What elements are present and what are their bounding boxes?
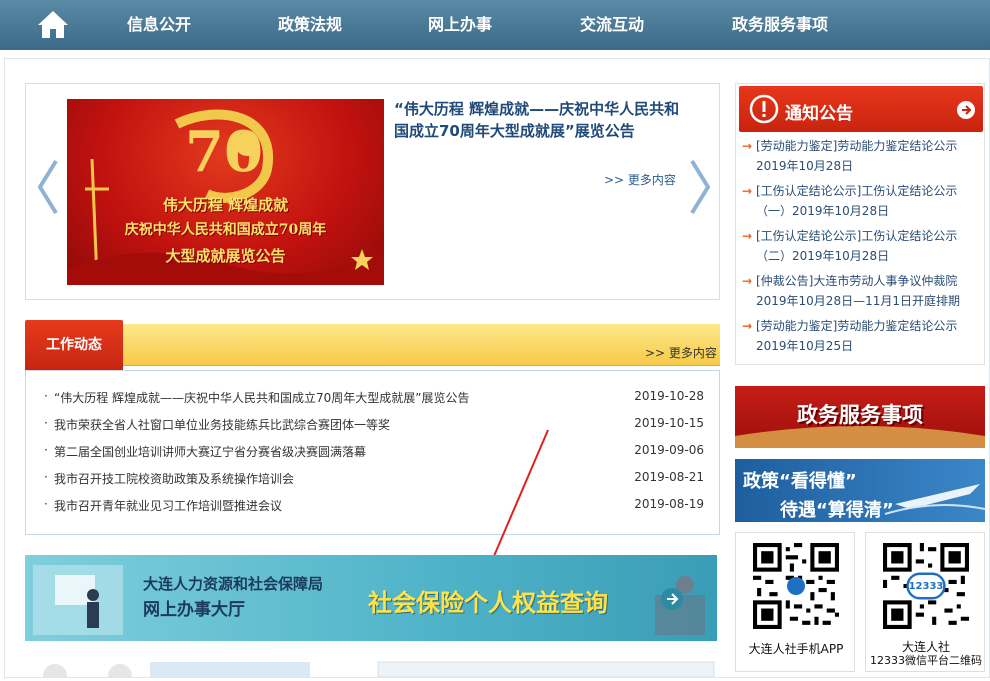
news-date: 2019-10-15 [634,416,704,430]
banner-title-link[interactable]: “伟大历程 辉煌成就——庆祝中华人民共和国成立70周年大型成就展”展览公告 [394,98,694,142]
notice-item-text[interactable]: [劳动能力鉴定]劳动能力鉴定结论公示2019年10月25日 [742,316,982,356]
list-item[interactable]: · 第二届全国创业培训讲师大赛辽宁省分赛省级决赛圆满落幕 2019-09-06 [44,443,704,463]
nav-interaction[interactable]: 交流互动 [580,0,644,50]
notice-item-text[interactable]: [工伤认定结论公示]工伤认定结论公示（二）2019年10月28日 [742,226,982,266]
news-more-link[interactable]: >> 更多内容 [645,344,717,361]
banner-image-line3: 大型成就展览公告 [165,247,286,265]
news-list: · “伟大历程 辉煌成就——庆祝中华人民共和国成立70周年大型成就展”展览公告 … [25,370,720,535]
carousel-prev-icon[interactable] [36,159,60,215]
news-title[interactable]: 我市召开技工院校资助政策及系统操作培训会 [54,470,294,487]
arrow-right-icon: → [742,139,753,153]
top-nav: 信息公开 政策法规 网上办事 交流互动 政务服务事项 [0,0,990,50]
list-item[interactable]: · “伟大历程 辉煌成就——庆祝中华人民共和国成立70周年大型成就展”展览公告 … [44,389,704,409]
notice-header: 通知公告 [739,86,983,132]
home-icon[interactable] [36,8,70,40]
list-item[interactable]: · 我市荣获全省人社窗口单位业务技能练兵比武综合赛团体一等奖 2019-10-1… [44,416,704,436]
policy-line2: 待遇“算得清” [780,500,894,521]
arrow-right-icon: → [742,229,753,243]
banner-image-line2: 庆祝中华人民共和国成立70周年 [124,222,327,238]
notice-item[interactable]: → [劳动能力鉴定]劳动能力鉴定结论公示2019年10月28日 [742,136,982,176]
banner-more-link[interactable]: >> 更多内容 [604,171,676,188]
qr-code-icon [753,543,839,629]
list-item[interactable]: · 我市召开技工院校资助政策及系统操作培训会 2019-08-21 [44,470,704,490]
wechat-qr-label-line2: 12333微信平台二维码 [870,654,982,667]
arrow-right-circle-icon [661,588,683,610]
nav-policy-regulations[interactable]: 政策法规 [278,0,342,50]
banner-carousel: 70 伟大历程 辉煌成就 庆祝中华人民共和国成立70周年 大型成就展览公告 “伟… [25,83,720,300]
banner-image[interactable]: 70 伟大历程 辉煌成就 庆祝中华人民共和国成立70周年 大型成就展览公告 [67,99,384,285]
notice-item[interactable]: → [仲裁公告]大连市劳动人事争议仲裁院2019年10月28日—11月1日开庭排… [742,271,982,311]
notice-item-text[interactable]: [劳动能力鉴定]劳动能力鉴定结论公示2019年10月28日 [742,136,982,176]
bullet-icon: · [44,416,48,430]
bottom-partial-row [25,660,717,681]
notice-more-icon[interactable] [957,101,975,119]
nav-info-disclosure[interactable]: 信息公开 [127,0,191,50]
wechat-qr-label-line1: 大连人社 [901,640,950,654]
hall-title: 网上办事大厅 [143,600,245,620]
news-date: 2019-08-19 [634,497,704,511]
news-title[interactable]: 第二届全国创业培训讲师大赛辽宁省分赛省级决赛圆满落幕 [54,443,366,460]
hotline-badge: 12333 [909,581,944,592]
online-service-hall-banner[interactable]: 大连人力资源和社会保障局 网上办事大厅 社会保险个人权益查询 [25,555,717,641]
arrow-right-icon: → [742,184,753,198]
work-news-panel: 工作动态 >> 更多内容 · “伟大历程 辉煌成就——庆祝中华人民共和国成立70… [25,320,720,535]
bullet-icon: · [44,389,48,403]
wechat-qr-card[interactable]: 12333 大连人社 12333微信平台二维码 [865,532,985,672]
notice-item[interactable]: → [工伤认定结论公示]工伤认定结论公示（一）2019年10月28日 [742,181,982,221]
notice-item-text[interactable]: [工伤认定结论公示]工伤认定结论公示（一）2019年10月28日 [742,181,982,221]
alert-icon [749,94,779,124]
arrow-right-icon: → [742,274,753,288]
bullet-icon: · [44,497,48,511]
nav-service-matters[interactable]: 政务服务事项 [732,0,828,50]
notice-item-text[interactable]: [仲裁公告]大连市劳动人事争议仲裁院2019年10月28日—11月1日开庭排期 [742,271,982,311]
notice-item[interactable]: → [劳动能力鉴定]劳动能力鉴定结论公示2019年10月25日 [742,316,982,356]
app-qr-label: 大连人社手机APP [748,642,844,656]
banner-image-line1: 伟大历程 辉煌成就 [162,196,289,214]
app-qr-card[interactable]: 大连人社手机APP [735,532,855,672]
carousel-next-icon[interactable] [688,159,712,215]
social-insurance-query-link[interactable]: 社会保险个人权益查询 [368,583,608,618]
hall-org-name: 大连人力资源和社会保障局 [143,575,324,593]
news-date: 2019-09-06 [634,443,704,457]
bullet-icon: · [44,443,48,457]
news-title[interactable]: 我市召开青年就业见习工作培训暨推进会议 [54,497,282,514]
policy-line1: 政策“看得懂” [743,471,857,492]
news-title[interactable]: 我市荣获全省人社窗口单位业务技能练兵比武综合赛团体一等奖 [54,416,390,433]
notice-title: 通知公告 [785,104,853,124]
notice-item[interactable]: → [工伤认定结论公示]工伤认定结论公示（二）2019年10月28日 [742,226,982,266]
news-tab-bar [25,324,720,366]
service-matters-banner[interactable]: 政务服务事项 [735,386,985,448]
service-matters-label: 政务服务事项 [797,402,923,427]
hotline-badge-text: 12333 [909,581,944,592]
nav-online-services[interactable]: 网上办事 [428,0,492,50]
tab-work-news[interactable]: 工作动态 [25,320,123,370]
bullet-icon: · [44,470,48,484]
list-item[interactable]: · 我市召开青年就业见习工作培训暨推进会议 2019-08-19 [44,497,704,517]
policy-banner[interactable]: 政策“看得懂” 待遇“算得清” [735,459,985,522]
news-date: 2019-08-21 [634,470,704,484]
notice-panel: 通知公告 → [劳动能力鉴定]劳动能力鉴定结论公示2019年10月28日 → [… [735,83,985,365]
arrow-right-icon: → [742,319,753,333]
news-title[interactable]: “伟大历程 辉煌成就——庆祝中华人民共和国成立70周年大型成就展”展览公告 [54,389,470,406]
news-date: 2019-10-28 [634,389,704,403]
